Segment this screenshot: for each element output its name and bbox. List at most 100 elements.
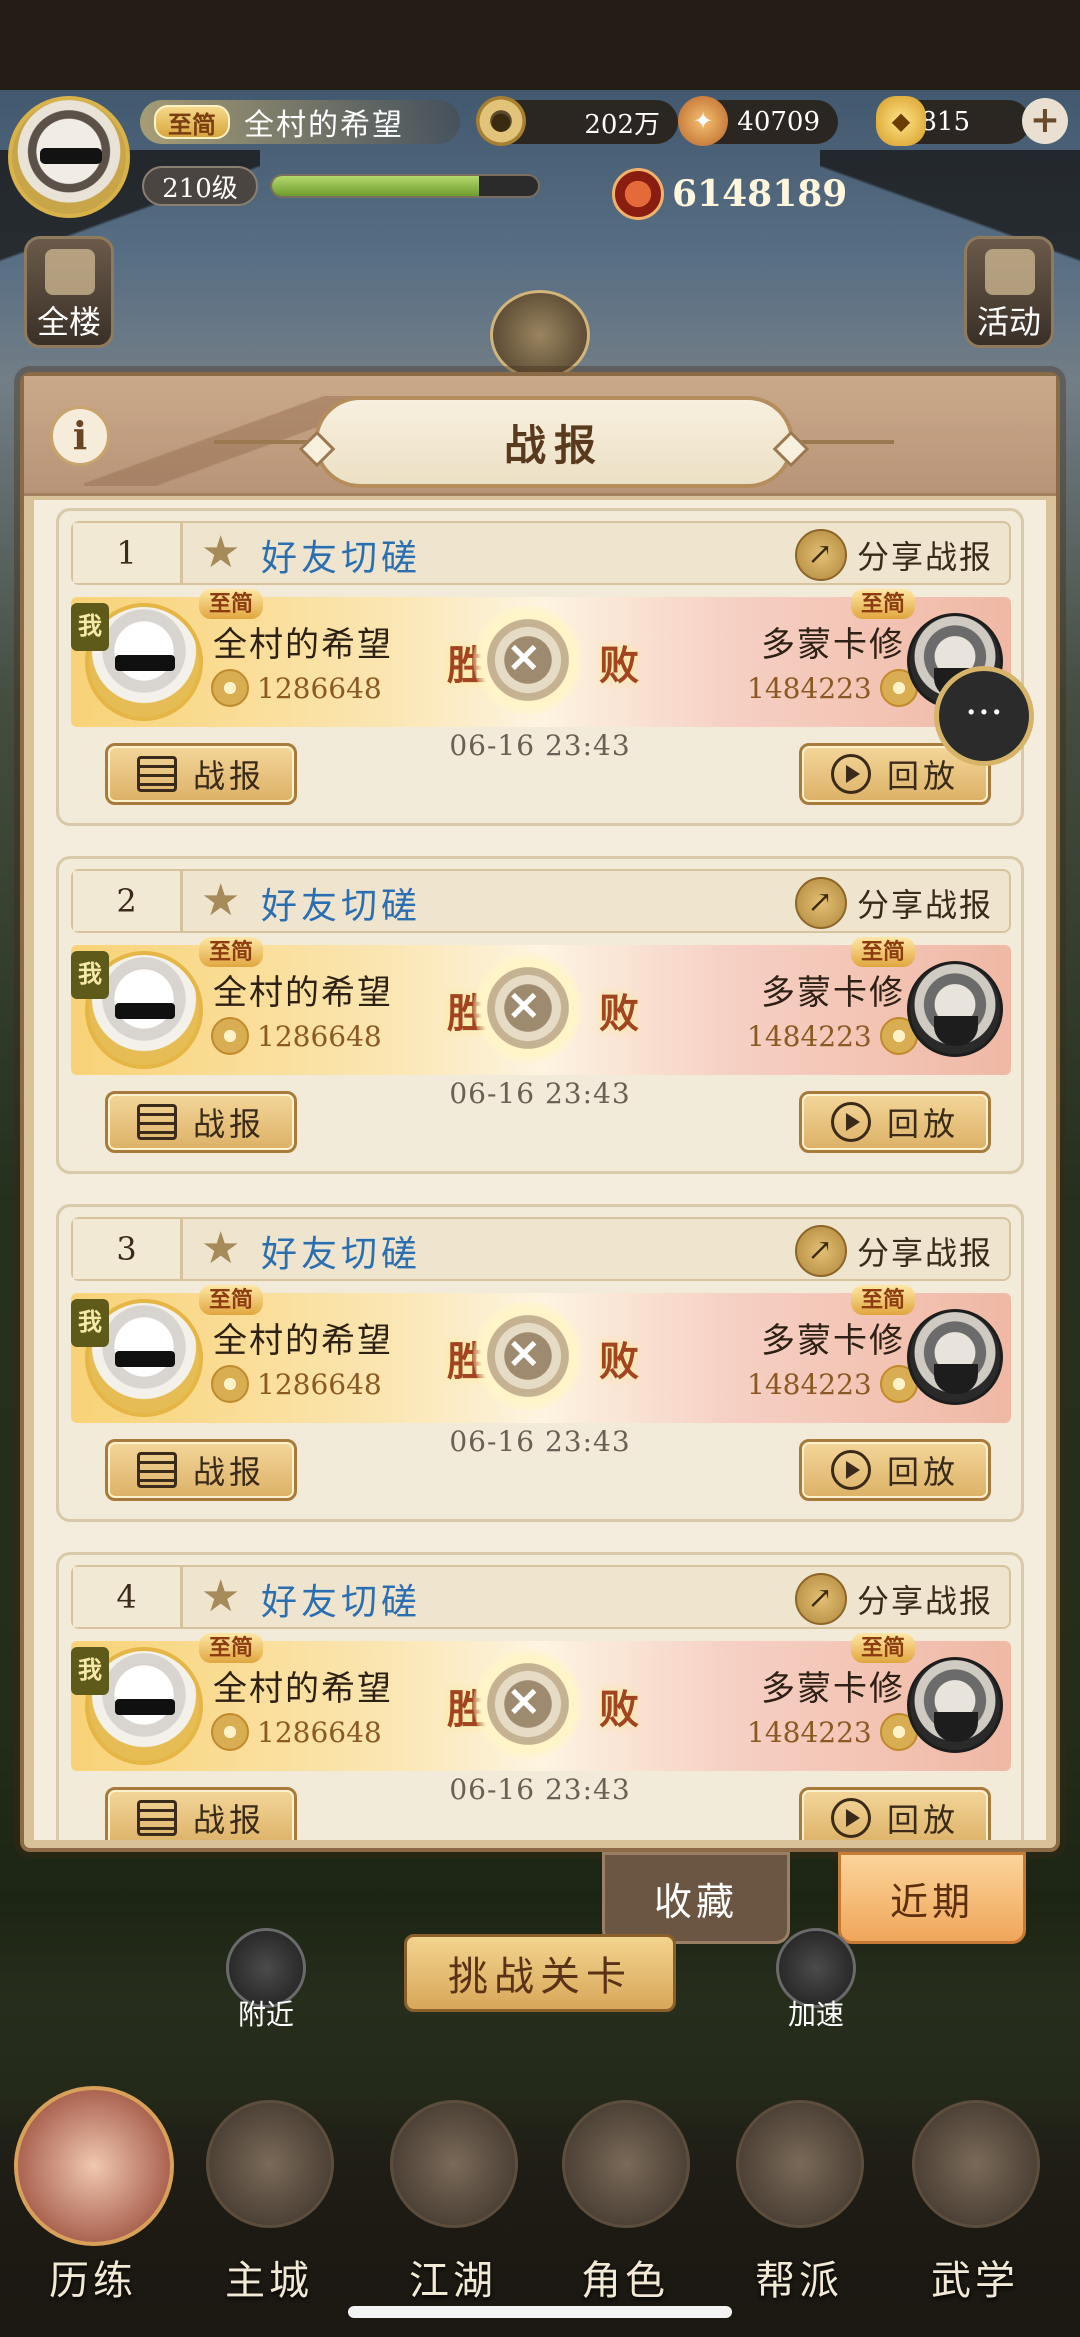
left-power: 1286648 [211,1017,382,1055]
chat-bubble-icon[interactable]: ··· [934,666,1034,766]
replay-button[interactable]: 回放 [799,1787,991,1840]
result-lose: 败 [599,990,639,1037]
battle-report-list[interactable]: 1 ★ 好友切磋 ↗ 分享战报 我 至简 全村的希望 1286648 胜 ✕ 败… [34,500,1046,1840]
match-type-label: 好友切磋 [261,1234,422,1275]
card-header: 2 ★ 好友切磋 ↗ 分享战报 [71,869,1011,933]
share-report-button[interactable]: ↗ 分享战报 [794,1225,993,1277]
left-power-value: 1286648 [257,1019,382,1053]
share-report-button[interactable]: ↗ 分享战报 [794,877,993,929]
battle-report-card: 1 ★ 好友切磋 ↗ 分享战报 我 至简 全村的希望 1286648 胜 ✕ 败… [56,508,1024,826]
nav-bangpai[interactable]: 帮派 [724,2100,874,2320]
right-vip-badge: 至简 [851,1285,916,1315]
currency-leaves-value: 40709 [737,107,820,137]
me-tag: 我 [71,1299,109,1347]
speedup-label: 加速 [787,1998,844,2031]
nav-jianghu[interactable]: 江湖 [378,2100,528,2320]
power-icon [211,1713,249,1751]
report-button[interactable]: 战报 [105,1787,297,1840]
tab-favorite[interactable]: 收藏 [602,1852,790,1944]
left-vip-badge: 至简 [199,1633,264,1663]
ingot-icon: ◆ [876,96,926,146]
combat-power: 6148189 [612,168,847,220]
side-button-activity-label: 活动 [976,303,1041,341]
share-report-button[interactable]: ↗ 分享战报 [794,529,993,581]
share-icon: ↗ [794,529,847,581]
star-icon[interactable]: ★ [201,879,240,923]
nav-juese[interactable]: 角色 [550,2100,700,2320]
star-icon[interactable]: ★ [201,1575,240,1619]
power-icon [211,1017,249,1055]
side-button-activity[interactable]: 活动 [964,236,1054,348]
battle-report-dialog: i 战报 1 ★ 好友切磋 ↗ 分享战报 我 至简 全村的希望 1286648 … [20,372,1060,1852]
play-icon [830,1798,871,1838]
share-icon: ↗ [794,1573,847,1625]
enemy-avatar[interactable] [907,1309,1003,1405]
combat-power-value: 6148189 [672,173,848,215]
card-header: 3 ★ 好友切磋 ↗ 分享战报 [71,1217,1011,1281]
left-vip-badge: 至简 [199,937,264,967]
battle-matchup: 我 至简 全村的希望 1286648 胜 ✕ 败 至简 多蒙卡修 1484223 [71,937,1011,1075]
info-button[interactable]: i [50,406,110,466]
list-icon [136,1104,177,1140]
exp-bar [270,174,540,198]
enemy-avatar[interactable] [907,1657,1003,1753]
right-power: 1484223 [747,1365,918,1403]
nav-juese-label: 角色 [581,2258,669,2304]
left-player-name: 全村的希望 [213,1669,393,1709]
nav-wuxue[interactable]: 武学 [900,2100,1050,2320]
replay-button-label: 回放 [886,1105,959,1143]
side-button-quanlou[interactable]: 全楼 [24,236,114,348]
list-icon [136,1800,177,1836]
enemy-avatar[interactable] [907,961,1003,1057]
share-report-button[interactable]: ↗ 分享战报 [794,1573,993,1625]
star-icon[interactable]: ★ [201,531,240,575]
report-button[interactable]: 战报 [105,1091,297,1153]
card-header: 1 ★ 好友切磋 ↗ 分享战报 [71,521,1011,585]
side-button-quanlou-label: 全楼 [36,303,101,341]
result-lose: 败 [599,1338,639,1385]
right-vip-badge: 至简 [851,589,916,619]
left-power: 1286648 [211,1365,382,1403]
rank-number: 4 [73,1567,183,1627]
vip-badge: 至简 [154,105,230,139]
report-button[interactable]: 战报 [105,743,297,805]
home-indicator[interactable] [348,2306,732,2318]
rank-number: 2 [73,871,183,931]
left-power: 1286648 [211,1713,382,1751]
center-emblem-icon [490,290,590,380]
nav-jianghu-label: 江湖 [409,2258,497,2304]
nearby-label: 附近 [237,1998,294,2031]
challenge-stage-button[interactable]: 挑战关卡 [404,1934,676,2012]
battle-matchup: 我 至简 全村的希望 1286648 胜 ✕ 败 至简 多蒙卡修 1484223 [71,589,1011,727]
nearby-button[interactable]: 附近 [226,1928,306,2031]
left-power-value: 1286648 [257,1367,382,1401]
rank-number: 1 [73,523,183,583]
right-player-name: 多蒙卡修 [761,1669,905,1709]
right-player-name: 多蒙卡修 [761,625,905,665]
right-vip-badge: 至简 [851,937,916,967]
right-power: 1484223 [747,669,918,707]
result-lose: 败 [599,1686,639,1733]
replay-button[interactable]: 回放 [799,1439,991,1501]
header-decoration-right [794,440,894,444]
power-icon [612,168,664,220]
add-currency-button[interactable]: + [1022,98,1068,144]
replay-button-label: 回放 [886,1453,959,1491]
result-lose: 败 [599,642,639,689]
left-player-name: 全村的希望 [213,625,393,665]
header-decoration-left [214,440,314,444]
nav-lilian[interactable]: 历练 [14,2086,174,2320]
nav-zhucheng-label: 主城 [225,2258,313,2304]
nav-wuxue-label: 武学 [931,2258,1019,2304]
star-icon[interactable]: ★ [201,1227,240,1271]
replay-button[interactable]: 回放 [799,1091,991,1153]
tab-recent[interactable]: 近期 [838,1852,1026,1944]
player-avatar[interactable] [8,96,130,218]
speedup-button[interactable]: 加速 [776,1928,856,2031]
me-tag: 我 [71,951,109,999]
report-button[interactable]: 战报 [105,1439,297,1501]
battle-matchup: 我 至简 全村的希望 1286648 胜 ✕ 败 至简 多蒙卡修 1484223 [71,1285,1011,1423]
me-tag: 我 [71,603,109,651]
nav-zhucheng[interactable]: 主城 [194,2100,344,2320]
city-icon [206,2100,334,2228]
